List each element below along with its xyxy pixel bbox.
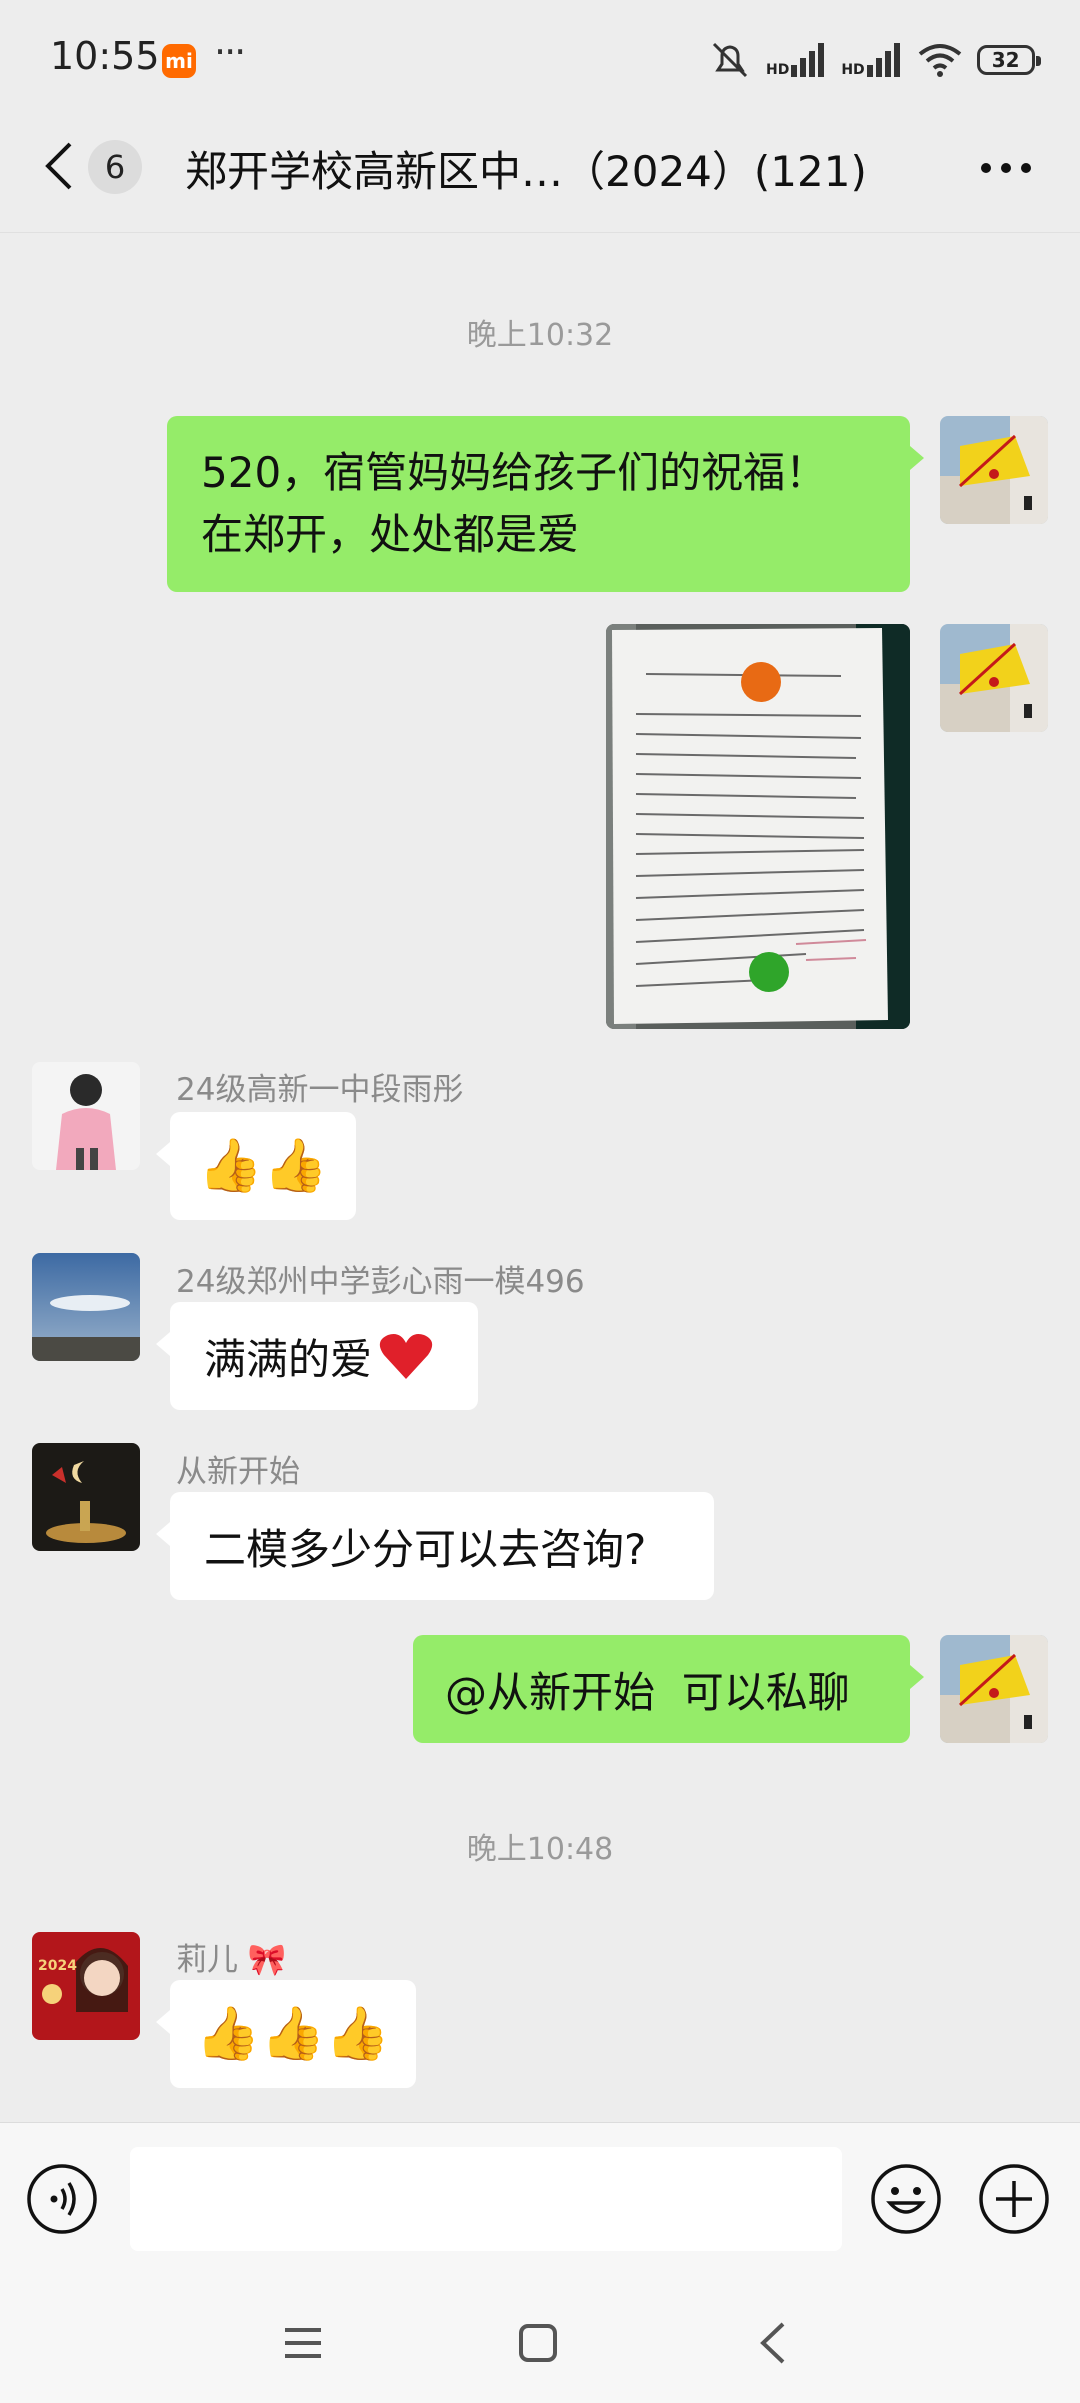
message-image[interactable]: [606, 624, 910, 1029]
message-text: 520，宿管妈妈给孩子们的祝福！: [201, 448, 828, 497]
battery-icon: 32: [976, 45, 1041, 75]
signal-icon-2: HD: [841, 43, 902, 77]
status-time: 10:55: [50, 34, 160, 78]
message-text: 二模多少分可以去咨询?: [204, 1524, 647, 1574]
mi-app-icon: mi: [162, 44, 196, 78]
message-input[interactable]: [130, 2147, 842, 2251]
voice-icon[interactable]: [26, 2163, 98, 2235]
sender-name: 从新开始: [176, 1454, 300, 1490]
wifi-icon: [918, 44, 961, 77]
message-text: 👍👍: [198, 1136, 328, 1196]
svg-text:2024: 2024: [38, 1958, 77, 1974]
notification-more-icon: ···: [214, 30, 246, 74]
emoji-icon[interactable]: [870, 2163, 942, 2235]
message-bubble-other[interactable]: 👍👍: [156, 1112, 356, 1220]
message-text: 满满的爱: [204, 1334, 373, 1384]
back-triangle-icon[interactable]: [738, 2308, 808, 2378]
self-avatar[interactable]: [940, 624, 1048, 732]
heart-icon: [379, 1334, 433, 1379]
message-text: 👍👍👍: [195, 2004, 391, 2064]
timestamp: 晚上10:32: [466, 318, 614, 353]
user-avatar[interactable]: [32, 1253, 140, 1361]
message-bubble-self[interactable]: @从新开始 可以私聊: [413, 1635, 924, 1743]
self-avatar[interactable]: [940, 416, 1048, 524]
menu-icon[interactable]: [268, 2308, 338, 2378]
message-text: 在郑开，处处都是爱: [201, 510, 580, 559]
plus-icon[interactable]: [978, 2163, 1050, 2235]
message-bubble-other[interactable]: 二模多少分可以去咨询?: [156, 1492, 714, 1600]
status-icons: HD HD 32: [708, 38, 1041, 82]
sender-name: 莉儿 🎀: [176, 1942, 287, 1978]
message-text: @从新开始 可以私聊: [445, 1667, 850, 1717]
home-square-icon[interactable]: [503, 2308, 573, 2378]
mute-icon: [712, 42, 748, 78]
user-avatar[interactable]: [32, 1062, 140, 1170]
timestamp: 晚上10:48: [466, 1832, 614, 1867]
signal-icon: HD: [766, 43, 827, 77]
user-avatar[interactable]: 2024: [32, 1932, 140, 2040]
user-avatar[interactable]: [32, 1443, 140, 1551]
chat-title: 郑开学校高新区中…（2024）(121): [185, 147, 867, 196]
ribbon-emoji: 🎀: [247, 1942, 287, 1978]
sender-name: 24级高新一中段雨彤: [176, 1072, 464, 1108]
more-horizontal-icon[interactable]: [976, 140, 1036, 194]
sender-name: 24级郑州中学彭心雨一模496: [176, 1264, 585, 1300]
message-bubble-other[interactable]: 满满的爱: [156, 1302, 478, 1410]
header-divider: [0, 232, 1080, 233]
back-button[interactable]: [40, 138, 80, 194]
message-bubble-self[interactable]: 520，宿管妈妈给孩子们的祝福！ 在郑开，处处都是爱: [167, 416, 924, 592]
message-bubble-other[interactable]: 👍👍👍: [156, 1980, 416, 2088]
self-avatar[interactable]: [940, 1635, 1048, 1743]
unread-count-badge[interactable]: 6: [88, 140, 142, 194]
